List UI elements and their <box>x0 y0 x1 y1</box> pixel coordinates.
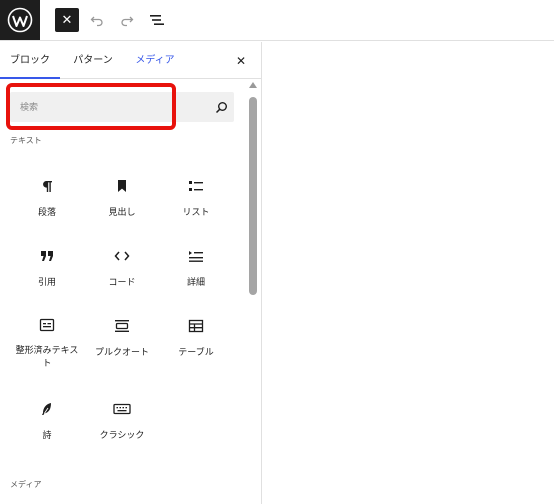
scroll-up-arrow-icon[interactable] <box>249 82 257 88</box>
block-inserter-panel: ブロック パターン メディア ✕ テキスト 段落 見出し リスト 引用 <box>0 42 262 504</box>
preformatted-icon <box>35 314 59 336</box>
search-input[interactable] <box>10 92 210 122</box>
block-label: 引用 <box>37 277 56 287</box>
block-label: 詩 <box>42 430 52 440</box>
block-pullquote[interactable]: プルクオート <box>85 308 159 370</box>
block-details[interactable]: 詳細 <box>159 238 233 300</box>
details-icon <box>184 244 208 268</box>
block-preformatted[interactable]: 整形済みテキスト <box>10 308 84 370</box>
section-title-media: メディア <box>10 480 42 489</box>
block-label: 段落 <box>37 207 56 217</box>
block-label: 見出し <box>108 207 136 217</box>
block-label: 詳細 <box>186 277 205 287</box>
table-icon <box>184 314 208 338</box>
block-label: 整形済みテキスト <box>15 345 79 368</box>
block-classic[interactable]: クラシック <box>85 391 159 453</box>
block-label: コード <box>108 277 136 287</box>
undo-icon[interactable] <box>86 9 108 31</box>
block-verse[interactable]: 詩 <box>10 391 84 453</box>
tab-patterns[interactable]: パターン <box>62 42 124 79</box>
keyboard-icon <box>110 397 134 421</box>
list-icon <box>184 174 208 198</box>
block-paragraph[interactable]: 段落 <box>10 168 84 230</box>
document-overview-icon[interactable] <box>146 9 168 31</box>
block-label: リスト <box>182 207 210 217</box>
block-label: プルクオート <box>94 347 149 357</box>
redo-icon[interactable] <box>116 9 138 31</box>
scroll-thumb[interactable] <box>249 97 257 295</box>
paragraph-icon <box>35 174 59 198</box>
editor-canvas[interactable] <box>262 42 554 504</box>
search-icon[interactable] <box>213 99 229 115</box>
search-box <box>10 92 234 122</box>
wordpress-logo-icon[interactable] <box>0 0 40 40</box>
bookmark-icon <box>110 174 134 198</box>
section-title-text: テキスト <box>10 136 42 145</box>
block-table[interactable]: テーブル <box>159 308 233 370</box>
pullquote-icon <box>110 314 134 338</box>
block-list[interactable]: リスト <box>159 168 233 230</box>
block-quote[interactable]: 引用 <box>10 238 84 300</box>
close-inserter-button[interactable]: ✕ <box>55 8 79 32</box>
block-code[interactable]: コード <box>85 238 159 300</box>
verse-icon <box>35 397 59 421</box>
tab-blocks[interactable]: ブロック <box>0 42 60 79</box>
panel-scrollbar[interactable] <box>246 80 260 504</box>
close-icon[interactable]: ✕ <box>232 52 250 70</box>
block-heading[interactable]: 見出し <box>85 168 159 230</box>
block-label: クラシック <box>99 430 145 440</box>
quote-icon <box>35 244 59 268</box>
code-icon <box>110 244 134 268</box>
inserter-tabs: ブロック パターン メディア ✕ <box>0 42 261 79</box>
block-label: テーブル <box>178 347 214 357</box>
tab-media[interactable]: メディア <box>126 42 184 79</box>
top-toolbar: ✕ <box>0 0 554 41</box>
